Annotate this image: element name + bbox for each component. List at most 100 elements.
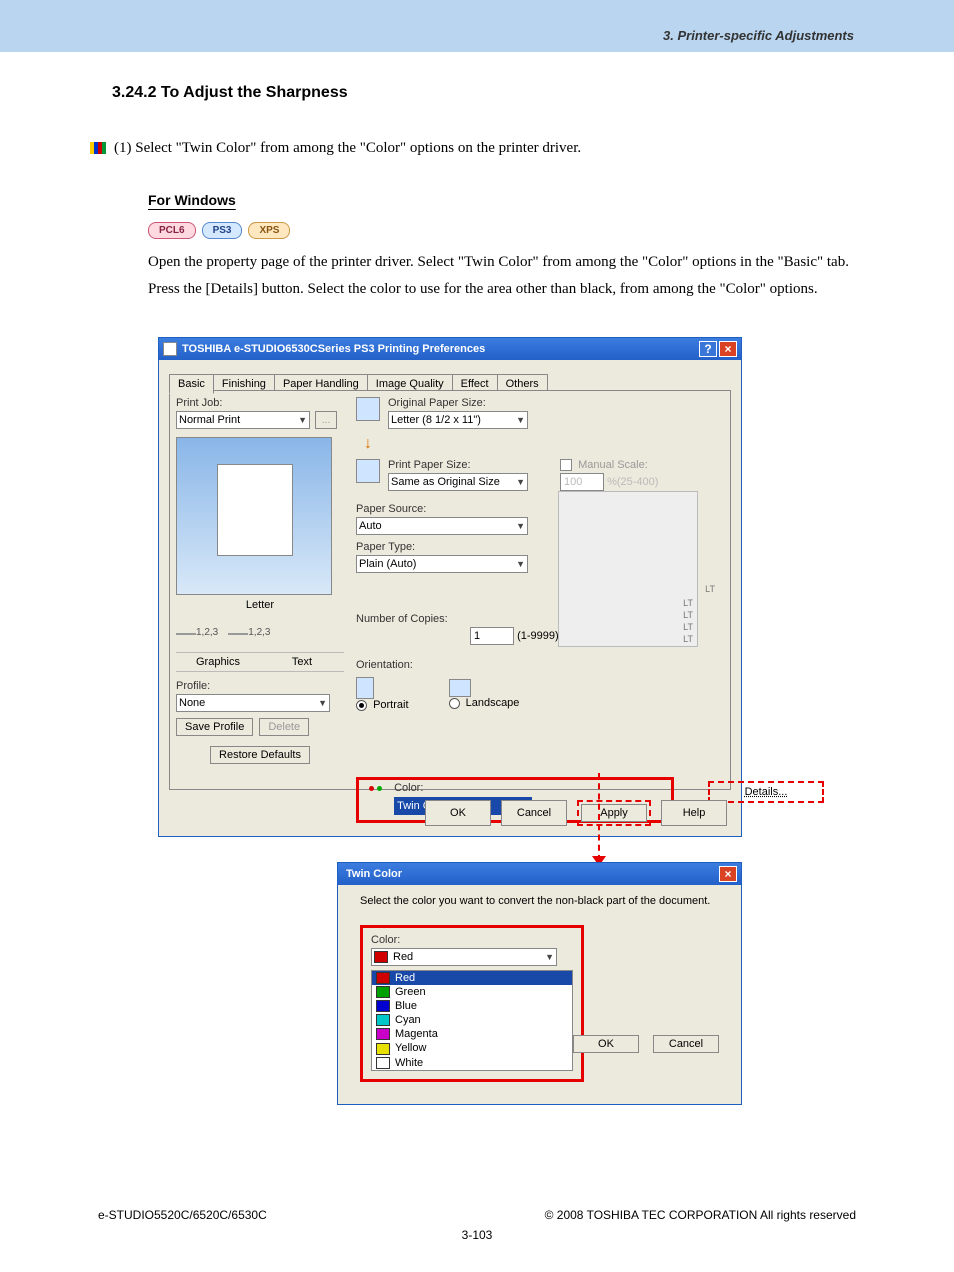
blue-swatch-icon xyxy=(376,1000,390,1012)
profile-label: Profile: xyxy=(176,680,344,692)
graphics-button[interactable]: Graphics xyxy=(176,653,260,671)
tray-label-lt: LT xyxy=(705,584,715,594)
twin-color-label: Color: xyxy=(371,934,573,946)
profile-select[interactable]: None ▼ xyxy=(176,694,330,712)
pill-xps: XPS xyxy=(248,222,290,239)
save-profile-button[interactable]: Save Profile xyxy=(176,718,253,736)
restore-defaults-button[interactable]: Restore Defaults xyxy=(210,746,310,764)
footer-model: e-STUDIO5520C/6520C/6530C xyxy=(98,1208,267,1222)
tray-label: LT xyxy=(683,634,693,644)
chevron-down-icon: ▼ xyxy=(318,698,327,708)
color-option-label: Yellow xyxy=(395,1042,426,1054)
tray-label: LT xyxy=(683,598,693,608)
footer-copyright: © 2008 TOSHIBA TEC CORPORATION All right… xyxy=(545,1208,856,1222)
header-band xyxy=(0,0,954,52)
paper-type-value: Plain (Auto) xyxy=(359,558,416,570)
twin-color-option-white[interactable]: White xyxy=(372,1056,572,1070)
twin-cancel-button[interactable]: Cancel xyxy=(653,1035,719,1053)
preview-mode-icons: 1,2,3 1,2,3 xyxy=(176,619,344,638)
ok-button[interactable]: OK xyxy=(425,800,491,826)
twin-color-option-blue[interactable]: Blue xyxy=(372,999,572,1013)
manual-scale-checkbox[interactable] xyxy=(560,459,572,471)
portrait-radio[interactable] xyxy=(356,700,367,711)
yellow-swatch-icon xyxy=(376,1043,390,1055)
twin-color-list[interactable]: Red GreenBlueCyan Magenta Yellow White xyxy=(371,970,573,1071)
color-option-label: Cyan xyxy=(395,1014,421,1026)
copies-range: (1-9999) xyxy=(517,630,559,642)
printer-illustration: LT LT LT LT LT xyxy=(558,491,698,647)
help-icon[interactable]: ? xyxy=(699,341,717,357)
profile-value: None xyxy=(179,697,205,709)
delete-profile-button[interactable]: Delete xyxy=(259,718,309,736)
twin-color-option-yellow[interactable]: Yellow xyxy=(372,1041,572,1055)
color-option-label: Red xyxy=(395,972,415,984)
paper-preview-icon xyxy=(217,464,293,556)
green-swatch-icon xyxy=(376,986,390,998)
twin-color-option-red[interactable]: Red xyxy=(372,971,572,985)
for-windows-heading: For Windows xyxy=(148,192,236,208)
print-job-value: Normal Print xyxy=(179,414,240,426)
pill-pcl6: PCL6 xyxy=(148,222,196,239)
portrait-icon xyxy=(356,677,374,699)
white-swatch-icon xyxy=(376,1057,390,1069)
close-icon[interactable]: × xyxy=(719,341,737,357)
manual-scale-input[interactable]: 100 xyxy=(560,473,604,491)
help-button[interactable]: Help xyxy=(661,800,727,826)
page-number: 3-103 xyxy=(462,1228,493,1242)
tray-label: LT xyxy=(683,622,693,632)
page-footer: e-STUDIO5520C/6520C/6530C © 2008 TOSHIBA… xyxy=(0,1208,954,1222)
twin-ok-button[interactable]: OK xyxy=(573,1035,639,1053)
color-option-label: Magenta xyxy=(395,1028,438,1040)
twin-color-option-cyan[interactable]: Cyan xyxy=(372,1013,572,1027)
header-chapter: 3. Printer-specific Adjustments xyxy=(663,28,854,43)
magenta-swatch-icon xyxy=(376,1028,390,1040)
red-swatch-icon xyxy=(376,972,390,984)
color-option-label: Green xyxy=(395,986,426,998)
step-1-text: (1) Select "Twin Color" from among the "… xyxy=(114,140,581,157)
text-button[interactable]: Text xyxy=(260,653,344,671)
tray-label: LT xyxy=(683,610,693,620)
print-job-label: Print Job: xyxy=(176,397,344,409)
manual-scale-range: %(25-400) xyxy=(607,476,658,488)
page-preview xyxy=(176,437,332,595)
windows-instructions: Open the property page of the printer dr… xyxy=(148,249,858,303)
twin-color-option-magenta[interactable]: Magenta xyxy=(372,1027,572,1041)
close-icon[interactable]: × xyxy=(719,866,737,882)
section-title: 3.24.2 To Adjust the Sharpness xyxy=(112,84,348,102)
paper-source-value: Auto xyxy=(359,520,382,532)
landscape-label: Landscape xyxy=(466,697,520,709)
portrait-label: Portrait xyxy=(373,699,408,711)
manual-scale-label: Manual Scale: xyxy=(578,459,648,471)
landscape-icon xyxy=(449,679,471,697)
print-job-settings-button[interactable]: ... xyxy=(315,411,337,429)
original-size-select[interactable]: Letter (8 1/2 x 11") ▼ xyxy=(388,411,528,429)
text-icon xyxy=(228,619,248,635)
cancel-button[interactable]: Cancel xyxy=(501,800,567,826)
twin-dialog-title: Twin Color xyxy=(346,868,717,880)
twin-color-dialog: Twin Color × Select the color you want t… xyxy=(337,862,742,1105)
chevron-down-icon: ▼ xyxy=(516,559,525,569)
paper-type-select[interactable]: Plain (Auto) ▼ xyxy=(356,555,528,573)
tab-basic[interactable]: Basic xyxy=(169,374,214,394)
app-icon xyxy=(163,342,177,356)
graphics-icon xyxy=(176,619,196,635)
step-color-chip xyxy=(90,142,106,154)
print-job-select[interactable]: Normal Print ▼ xyxy=(176,411,310,429)
copies-input[interactable]: 1 xyxy=(470,627,514,645)
paper-source-select[interactable]: Auto ▼ xyxy=(356,517,528,535)
twin-color-highlight: Color: Red ▼ Red GreenBlueCyan Magenta Yell… xyxy=(360,925,584,1082)
title-bar: TOSHIBA e-STUDIO6530CSeries PS3 Printing… xyxy=(159,338,741,360)
print-size-icon xyxy=(356,459,380,483)
landscape-radio[interactable] xyxy=(449,698,460,709)
twin-selected-value: Red xyxy=(393,951,413,963)
twin-color-option-green[interactable]: Green xyxy=(372,985,572,999)
twin-title-bar: Twin Color × xyxy=(338,863,741,885)
graphics-text-row: Graphics Text xyxy=(176,652,344,672)
color-option-label: White xyxy=(395,1057,423,1069)
twin-color-select[interactable]: Red ▼ xyxy=(371,948,557,966)
chevron-down-icon: ▼ xyxy=(545,952,554,962)
apply-button[interactable]: Apply xyxy=(581,804,647,822)
color-icon xyxy=(365,784,387,806)
chevron-down-icon: ▼ xyxy=(298,415,307,425)
print-size-select[interactable]: Same as Original Size ▼ xyxy=(388,473,528,491)
